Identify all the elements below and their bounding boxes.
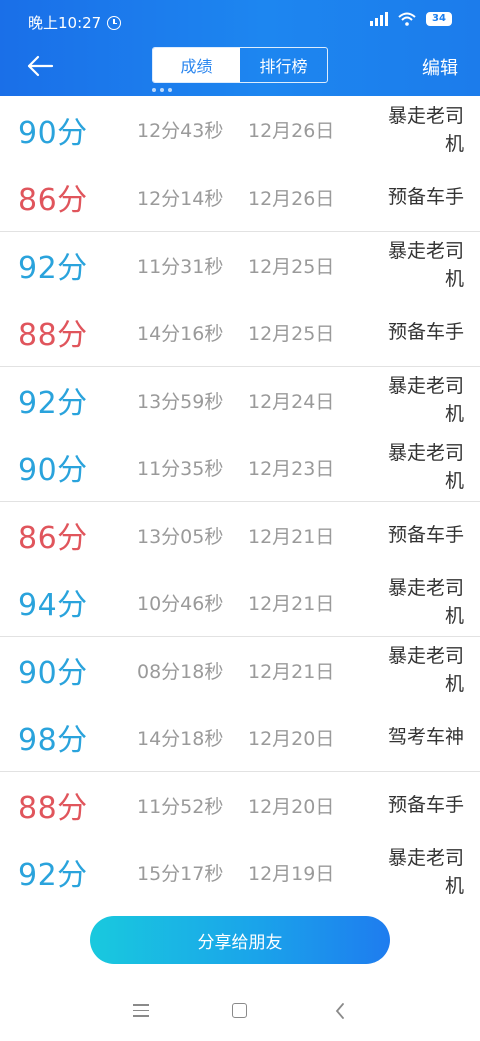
- score-value: 90分: [18, 115, 88, 151]
- edit-button[interactable]: 编辑: [422, 54, 458, 80]
- score-row[interactable]: 86分 13分05秒 12月21日 预备车手: [0, 501, 480, 569]
- rank-title: 暴走老司机: [387, 104, 464, 155]
- rank-title: 预备车手: [387, 321, 464, 344]
- duration-value: 14分16秒: [137, 322, 224, 345]
- score-row[interactable]: 90分 12分43秒 12月26日 暴走老司机: [0, 96, 480, 164]
- date-value: 12月25日: [248, 255, 335, 278]
- score-value: 92分: [18, 251, 88, 287]
- arrow-left-icon: [27, 55, 54, 77]
- home-icon[interactable]: [232, 1003, 247, 1018]
- score-value: 98分: [18, 723, 88, 759]
- wifi-icon: [398, 12, 416, 26]
- rank-title: 预备车手: [387, 794, 464, 817]
- score-row[interactable]: 88分 11分52秒 12月20日 预备车手: [0, 771, 480, 839]
- score-row[interactable]: 92分 15分17秒 12月19日 暴走老司机: [0, 839, 480, 907]
- date-value: 12月26日: [248, 120, 335, 143]
- status-time-group: 晚上10:27: [28, 12, 122, 33]
- duration-value: 14分18秒: [137, 727, 224, 750]
- score-value: 86分: [18, 521, 88, 557]
- tab-scores[interactable]: 成绩: [153, 48, 240, 82]
- score-row[interactable]: 92分 13分59秒 12月24日 暴走老司机: [0, 366, 480, 434]
- segmented-tabs: 成绩 排行榜: [152, 47, 328, 83]
- score-row[interactable]: 90分 11分35秒 12月23日 暴走老司机: [0, 434, 480, 502]
- score-row[interactable]: 94分 10分46秒 12月21日 暴走老司机: [0, 569, 480, 637]
- rank-title: 暴走老司机: [387, 442, 464, 493]
- date-value: 12月20日: [248, 727, 335, 750]
- rank-title: 暴走老司机: [387, 577, 464, 628]
- duration-value: 11分35秒: [137, 457, 224, 480]
- score-row[interactable]: 86分 12分14秒 12月26日 预备车手: [0, 164, 480, 232]
- chevron-left-icon[interactable]: [334, 1002, 346, 1024]
- rank-title: 驾考车神: [387, 726, 464, 749]
- duration-value: 10分46秒: [137, 592, 224, 615]
- duration-value: 11分52秒: [137, 795, 224, 818]
- date-value: 12月24日: [248, 390, 335, 413]
- score-value: 90分: [18, 656, 88, 692]
- nav-bar: 成绩 排行榜 编辑: [0, 40, 480, 92]
- score-list: 90分 12分43秒 12月26日 暴走老司机 86分 12分14秒 12月26…: [0, 96, 480, 906]
- rank-title: 预备车手: [387, 524, 464, 547]
- back-button[interactable]: [22, 48, 58, 84]
- score-row[interactable]: 98分 14分18秒 12月20日 驾考车神: [0, 704, 480, 772]
- app-header: 晚上10:27 34 成绩 排行榜 编辑: [0, 0, 480, 96]
- menu-icon[interactable]: [133, 1004, 149, 1021]
- score-value: 92分: [18, 858, 88, 894]
- score-value: 94分: [18, 588, 88, 624]
- duration-value: 15分17秒: [137, 862, 224, 885]
- score-value: 92分: [18, 386, 88, 422]
- signal-icon: [370, 12, 388, 26]
- rank-title: 预备车手: [387, 186, 464, 209]
- score-value: 86分: [18, 183, 88, 219]
- rank-title: 暴走老司机: [387, 375, 464, 426]
- date-value: 12月20日: [248, 795, 335, 818]
- duration-value: 13分05秒: [137, 525, 224, 548]
- duration-value: 12分14秒: [137, 187, 224, 210]
- date-value: 12月21日: [248, 592, 335, 615]
- battery-icon: 34: [426, 12, 452, 26]
- rank-title: 暴走老司机: [387, 847, 464, 898]
- score-value: 88分: [18, 791, 88, 827]
- date-value: 12月19日: [248, 862, 335, 885]
- tab-leaderboard[interactable]: 排行榜: [240, 48, 327, 82]
- status-indicators: 34: [370, 12, 452, 26]
- rank-title: 暴走老司机: [387, 645, 464, 696]
- share-button[interactable]: 分享给朋友: [90, 916, 390, 964]
- duration-value: 13分59秒: [137, 390, 224, 413]
- tab-indicator-dots: [152, 88, 172, 92]
- alarm-icon: [107, 15, 122, 30]
- date-value: 12月21日: [248, 660, 335, 683]
- score-value: 88分: [18, 318, 88, 354]
- score-row[interactable]: 92分 11分31秒 12月25日 暴走老司机: [0, 231, 480, 299]
- date-value: 12月26日: [248, 187, 335, 210]
- score-value: 90分: [18, 453, 88, 489]
- date-value: 12月21日: [248, 525, 335, 548]
- date-value: 12月25日: [248, 322, 335, 345]
- rank-title: 暴走老司机: [387, 240, 464, 291]
- date-value: 12月23日: [248, 457, 335, 480]
- duration-value: 11分31秒: [137, 255, 224, 278]
- status-bar: 晚上10:27 34: [0, 0, 480, 40]
- score-row[interactable]: 90分 08分18秒 12月21日 暴走老司机: [0, 636, 480, 704]
- system-nav-bar: [0, 990, 480, 1041]
- duration-value: 12分43秒: [137, 120, 224, 143]
- status-time: 晚上10:27: [28, 14, 102, 32]
- duration-value: 08分18秒: [137, 660, 224, 683]
- score-row[interactable]: 88分 14分16秒 12月25日 预备车手: [0, 299, 480, 367]
